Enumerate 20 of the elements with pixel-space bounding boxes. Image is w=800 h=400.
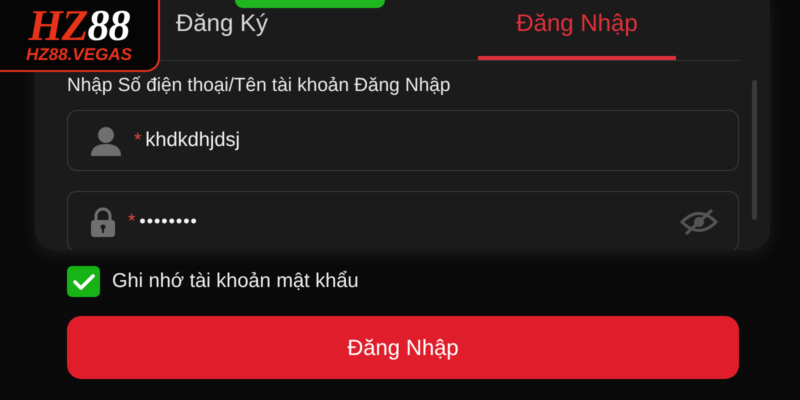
required-mark: * <box>134 130 142 152</box>
logo-domain: HZ88.VEGAS <box>26 46 132 64</box>
checkbox-label: Ghi nhớ tài khoản mật khẩu <box>112 270 359 293</box>
logo-text: HZ <box>28 6 88 46</box>
input-field[interactable]: * •••••••• <box>67 191 739 250</box>
input-value: •••••••• <box>139 211 199 232</box>
checkbox[interactable] <box>67 266 100 297</box>
tab[interactable]: Đăng Ký <box>176 0 268 60</box>
input-value: khdkdhjdsj <box>145 129 241 152</box>
field-label: Nhập Số điện thoại/Tên tài khoản Đăng Nhập <box>67 75 452 97</box>
check-icon <box>72 272 94 290</box>
tab[interactable]: Đăng Nhập <box>478 0 676 60</box>
eye-slash-icon[interactable] <box>680 208 718 234</box>
input-field[interactable]: * khdkdhjdsj <box>67 110 739 171</box>
required-mark: * <box>128 210 136 232</box>
logo-text: 88 <box>88 6 130 46</box>
lock-icon <box>90 206 116 236</box>
user-icon <box>90 126 122 156</box>
scrollbar[interactable] <box>752 80 757 220</box>
login-button[interactable]: Đăng Nhập <box>67 316 739 379</box>
